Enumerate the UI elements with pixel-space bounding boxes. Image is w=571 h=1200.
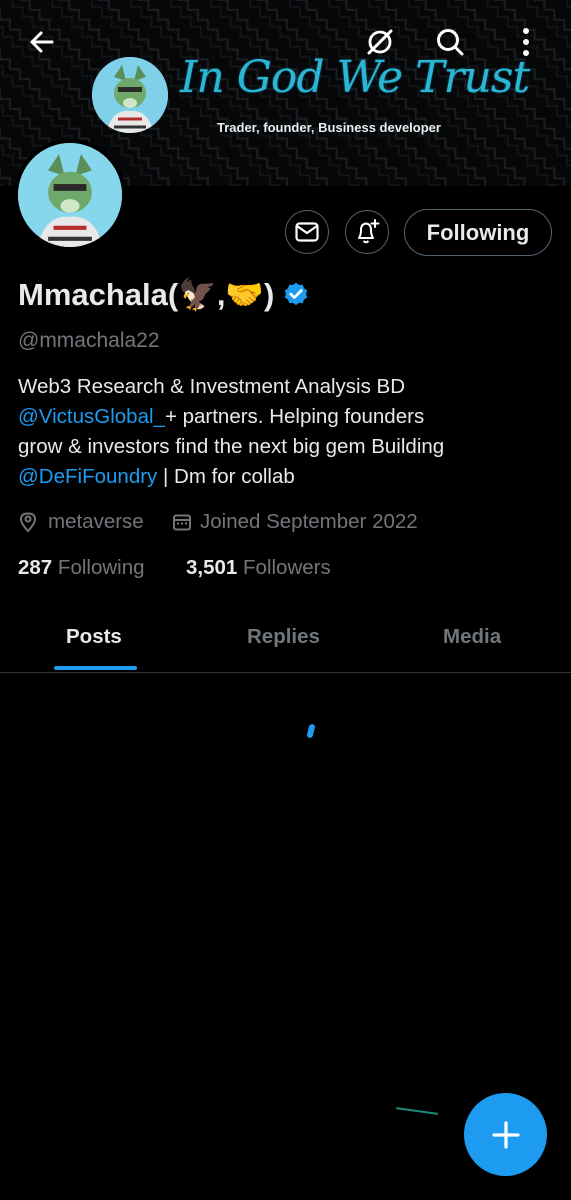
bio-line: grow & investors find the next big gem B… bbox=[18, 435, 445, 458]
active-tab-indicator bbox=[54, 666, 137, 670]
bio-line: @DeFiFoundry | Dm for collab bbox=[18, 462, 558, 492]
banner-subtitle: Trader, founder, Business developer bbox=[217, 120, 441, 135]
more-button[interactable] bbox=[504, 20, 548, 64]
avatar-image bbox=[18, 143, 122, 247]
profile-location: metaverse bbox=[18, 510, 144, 534]
profile-handle: @mmachala22 bbox=[18, 329, 160, 352]
compose-button[interactable] bbox=[464, 1093, 547, 1176]
loading-spinner bbox=[306, 723, 316, 739]
search-icon bbox=[437, 29, 464, 56]
bio-line: @VictusGlobal_+ partners. Helping founde… bbox=[18, 402, 558, 432]
followers-count: 3,501 bbox=[186, 556, 238, 579]
tab-posts[interactable]: Posts bbox=[66, 625, 122, 649]
display-name: Mmachala(🦅,🤝) bbox=[18, 277, 275, 312]
profile-avatar[interactable] bbox=[14, 139, 126, 251]
profile-name: Mmachala(🦅,🤝) bbox=[18, 276, 310, 313]
search-button[interactable] bbox=[428, 20, 472, 64]
location-pin-icon bbox=[19, 512, 37, 533]
tab-media[interactable]: Media bbox=[443, 625, 501, 649]
message-button[interactable] bbox=[285, 210, 329, 254]
mail-icon bbox=[295, 222, 319, 242]
mention-link[interactable]: @DeFiFoundry bbox=[18, 465, 157, 488]
joined-text: Joined September 2022 bbox=[200, 510, 418, 533]
grok-icon bbox=[367, 29, 393, 55]
more-vertical-icon bbox=[523, 28, 529, 56]
profile-joined: Joined September 2022 bbox=[172, 510, 418, 534]
arrow-left-icon bbox=[30, 31, 54, 53]
mention-link[interactable]: @VictusGlobal_ bbox=[18, 405, 165, 428]
bio-text: + partners. Helping founders bbox=[164, 405, 425, 428]
tabs-divider bbox=[0, 672, 571, 673]
following-label: Following bbox=[57, 556, 145, 579]
decorative-line bbox=[396, 1107, 438, 1115]
following-count: 287 bbox=[18, 556, 53, 579]
following-button[interactable]: Following bbox=[404, 209, 552, 256]
banner-avatar bbox=[92, 57, 168, 133]
plus-icon bbox=[491, 1120, 520, 1149]
verified-badge-icon[interactable] bbox=[282, 281, 310, 309]
location-text: metaverse bbox=[48, 510, 144, 533]
tab-replies[interactable]: Replies bbox=[247, 625, 320, 649]
profile-bio: Web3 Research & Investment Analysis BD @… bbox=[18, 372, 558, 492]
calendar-icon bbox=[173, 514, 191, 531]
back-button[interactable] bbox=[20, 20, 64, 64]
followers-label: Followers bbox=[243, 556, 331, 579]
banner-title: In God We Trust bbox=[180, 52, 530, 103]
bell-plus-icon bbox=[358, 219, 380, 244]
following-count-link[interactable]: 287 Following bbox=[18, 556, 145, 580]
notifications-button[interactable] bbox=[345, 210, 389, 254]
grok-button[interactable] bbox=[358, 20, 402, 64]
followers-count-link[interactable]: 3,501 Followers bbox=[186, 556, 331, 580]
bio-line: Web3 Research & Investment Analysis BD bbox=[18, 375, 406, 398]
bio-text: | Dm for collab bbox=[157, 465, 295, 488]
